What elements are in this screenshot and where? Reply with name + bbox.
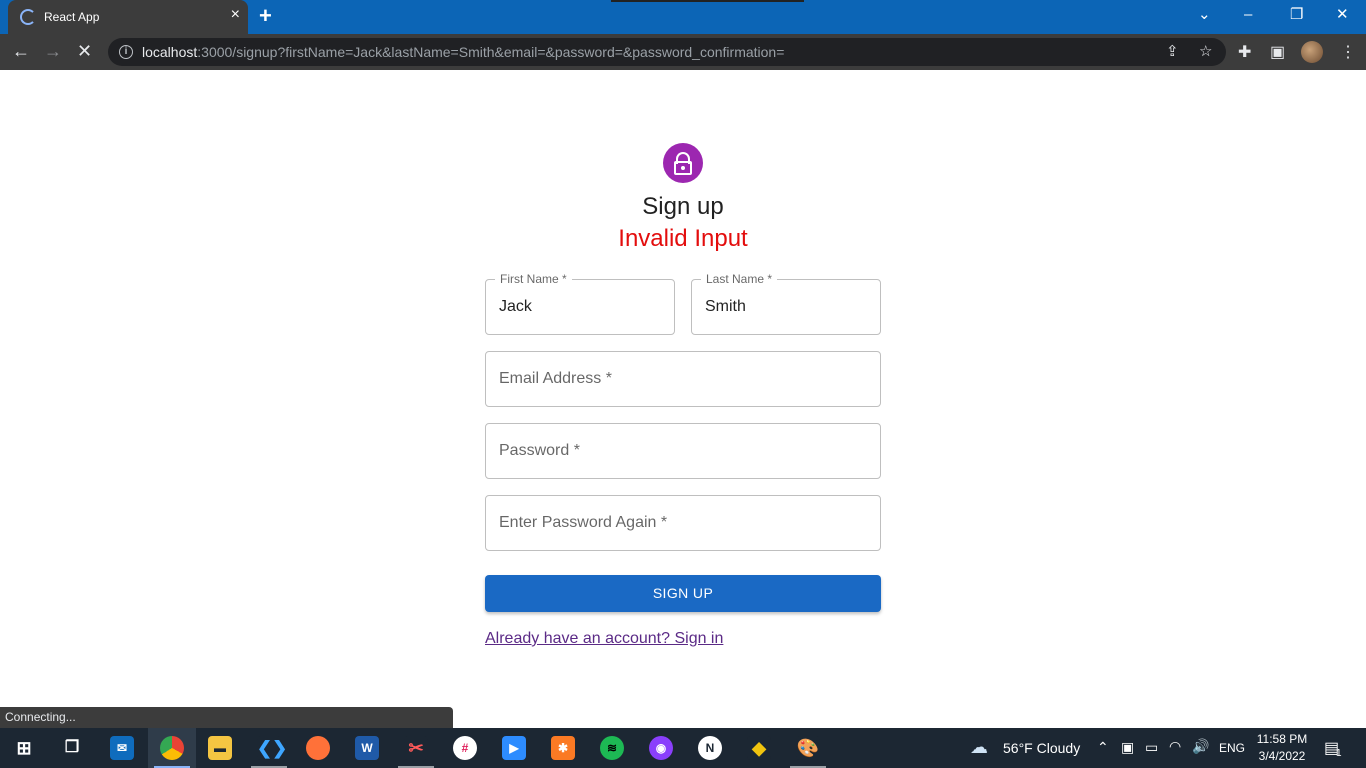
restore-button[interactable]: ❐ <box>1290 6 1303 24</box>
tray-chevron-icon[interactable]: ⌃ <box>1097 739 1109 756</box>
browser-tab[interactable]: React App × <box>8 0 248 34</box>
last-name-value[interactable]: Smith <box>705 298 746 316</box>
git-icon[interactable]: ◆ <box>747 736 771 760</box>
forward-arrow-icon[interactable]: → <box>44 40 62 62</box>
task-view-icon[interactable]: ❒ <box>60 736 84 760</box>
browser-tab-bar: React App × + ⌄ – ❐ ✕ <box>0 0 1366 34</box>
first-name-field[interactable]: First Name * Jack <box>485 272 675 335</box>
slack-icon[interactable]: # <box>453 736 477 760</box>
url-text[interactable]: localhost:3000/signup?firstName=Jack&las… <box>142 44 784 60</box>
confirm-password-placeholder: Enter Password Again * <box>499 514 668 531</box>
page-title: Sign up <box>642 193 724 220</box>
cloud-weather-icon[interactable]: ☁ <box>970 737 988 758</box>
new-tab-button[interactable]: + <box>259 5 272 27</box>
close-window-button[interactable]: ✕ <box>1336 6 1349 24</box>
status-bubble: Connecting... <box>0 707 453 728</box>
notification-count-badge: 1 <box>1336 748 1342 759</box>
side-panel-icon[interactable]: ▣ <box>1270 42 1285 64</box>
first-name-label: First Name * <box>495 272 572 286</box>
profile-avatar[interactable] <box>1301 41 1323 63</box>
first-name-value[interactable]: Jack <box>499 298 532 316</box>
stop-loading-icon[interactable]: ✕ <box>77 40 92 62</box>
more-menu-icon[interactable]: ⋮ <box>1340 42 1356 64</box>
clock-date: 3/4/2022 <box>1258 749 1306 763</box>
volume-icon[interactable]: 🔊 <box>1192 738 1209 755</box>
vscode-icon[interactable]: ❮❯ <box>257 736 287 760</box>
firefox-icon[interactable] <box>306 736 330 760</box>
tab-title: React App <box>44 10 100 24</box>
sign-in-link[interactable]: Already have an account? Sign in <box>485 630 723 648</box>
error-message: Invalid Input <box>618 225 748 252</box>
clock-time: 11:58 PM <box>1256 732 1308 746</box>
battery-icon[interactable]: ▭ <box>1145 739 1158 756</box>
xampp-icon[interactable]: ✱ <box>551 736 575 760</box>
address-bar[interactable]: i localhost:3000/signup?firstName=Jack&l… <box>108 38 1226 66</box>
windows-start-icon[interactable]: ⊞ <box>12 736 36 760</box>
spotify-icon[interactable]: ≋ <box>600 736 624 760</box>
zoom-icon[interactable]: ▶ <box>502 736 526 760</box>
chrome-icon[interactable] <box>160 736 184 760</box>
last-name-label: Last Name * <box>701 272 778 286</box>
close-tab-icon[interactable]: × <box>231 7 240 23</box>
file-explorer-icon[interactable]: ▬ <box>208 736 232 760</box>
last-name-field[interactable]: Last Name * Smith <box>691 272 881 335</box>
site-info-icon[interactable]: i <box>119 45 133 59</box>
sign-up-button[interactable]: SIGN UP <box>485 575 881 612</box>
wifi-icon[interactable]: ◠ <box>1169 738 1181 755</box>
password-placeholder: Password * <box>499 442 580 459</box>
podcast-icon[interactable]: ◉ <box>649 736 673 760</box>
paint-icon[interactable]: 🎨 <box>796 736 820 760</box>
email-placeholder: Email Address * <box>499 370 612 387</box>
back-arrow-icon[interactable]: ← <box>12 40 30 62</box>
confirm-password-field[interactable]: Enter Password Again * <box>485 495 881 551</box>
snipping-tool-icon[interactable]: ✂ <box>404 736 428 760</box>
weather-text[interactable]: 56°F Cloudy <box>1003 740 1080 756</box>
share-icon[interactable]: ⇪ <box>1166 42 1179 60</box>
loading-spinner-icon <box>20 9 36 25</box>
bookmark-star-icon[interactable]: ☆ <box>1199 42 1212 60</box>
tab-search-icon[interactable]: ⌄ <box>1198 6 1211 24</box>
mail-icon[interactable]: ✉ <box>110 736 134 760</box>
notion-icon[interactable]: N <box>698 736 722 760</box>
minimize-button[interactable]: – <box>1244 6 1252 24</box>
window-drag-strip <box>611 0 804 2</box>
meet-now-icon[interactable]: ▣ <box>1121 739 1134 756</box>
language-indicator[interactable]: ENG <box>1219 741 1245 755</box>
extensions-puzzle-icon[interactable]: ✚ <box>1238 42 1251 64</box>
lock-avatar <box>663 143 703 183</box>
word-icon[interactable]: W <box>355 736 379 760</box>
password-field[interactable]: Password * <box>485 423 881 479</box>
system-clock[interactable]: 11:58 PM 3/4/2022 <box>1252 731 1312 765</box>
email-field[interactable]: Email Address * <box>485 351 881 407</box>
windows-taskbar: ⊞ ❒ ✉ ▬ ❮❯ W ✂ # ▶ ✱ ≋ ◉ N ◆ 🎨 ☁ 56°F Cl… <box>0 728 1366 768</box>
